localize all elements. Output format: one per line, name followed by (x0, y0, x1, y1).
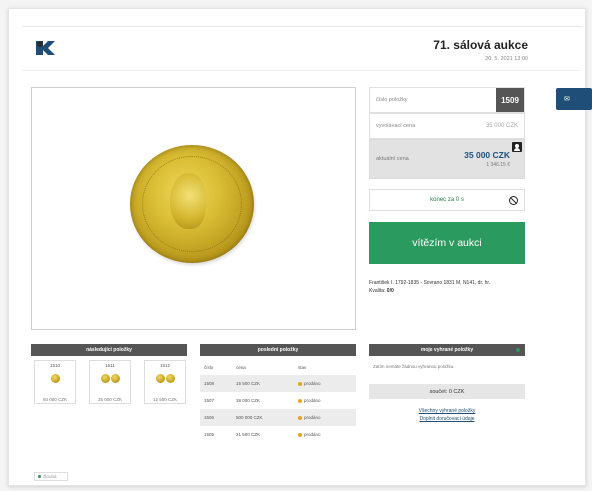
lot-number-badge: 1509 (496, 88, 524, 112)
quality-value: 0/0 (386, 287, 394, 294)
green-dot-icon (38, 475, 41, 478)
end-timer-text: konec za 0 s (430, 197, 464, 203)
lot-description: František I. 1792-1835 - Sovrano 1831 M,… (369, 280, 539, 295)
header-divider (22, 70, 582, 71)
win-auction-button[interactable]: vítězím v aukci (369, 222, 525, 264)
quality-label: Kvalita: (369, 287, 386, 294)
row-status-text: prodáno (304, 415, 321, 420)
current-price-block: 35 000 CZK 1 346.15 € (464, 150, 524, 168)
auction-title: 71. sálová aukce (433, 38, 528, 52)
table-row[interactable]: 1508 15 500 CZK prodáno (200, 375, 356, 392)
mail-icon: ✉ (564, 96, 570, 103)
mini-coin (50, 374, 60, 383)
no-bid-icon[interactable] (509, 196, 518, 205)
status-dot-icon (298, 398, 302, 403)
online-indicator-icon (516, 348, 520, 352)
all-won-items-link[interactable]: Všechny vyhrané položky (369, 408, 525, 414)
col-header-status: stav (298, 365, 307, 370)
footer-tag-text: dlouhá (43, 474, 57, 479)
mini-coin (165, 374, 175, 383)
row-status: prodáno (298, 415, 356, 420)
auction-house-logo[interactable] (34, 38, 60, 58)
current-price-czk: 35 000 CZK (464, 150, 510, 160)
lot-image-frame[interactable] (31, 87, 356, 330)
row-status-text: prodáno (304, 432, 321, 437)
next-item-number: 1510 (49, 363, 60, 368)
row-number: 1506 (204, 415, 215, 420)
row-status-text: prodáno (304, 381, 321, 386)
won-items-header: moje vyhrané položky (369, 344, 525, 356)
col-header-price: cena (236, 365, 246, 370)
lot-number-row: číslo položky 1509 (369, 87, 525, 113)
current-price-row: aktuální cena 35 000 CZK 1 346.15 € (369, 139, 525, 179)
mini-coin (110, 374, 120, 383)
coin-image[interactable] (130, 145, 254, 263)
next-item-price: 12 500 CZK (152, 397, 177, 402)
lot-number-label: číslo položky (376, 97, 408, 103)
row-status: prodáno (298, 381, 356, 386)
last-items-table: číslo cena stav 1508 15 500 CZK prodáno … (200, 360, 356, 443)
status-dot-icon (298, 381, 302, 386)
auction-date: 20. 5. 2021 13:00 (485, 56, 528, 62)
mini-coin (155, 374, 165, 383)
user-icon[interactable] (512, 142, 522, 152)
row-status: prodáno (298, 432, 356, 437)
row-number: 1505 (204, 432, 215, 437)
next-item-number: 1511 (105, 363, 115, 368)
next-item-price: 25 000 CZK (97, 397, 122, 402)
estimate-label: vyvolávací cena (376, 123, 416, 129)
row-price: 500 000 CZK (236, 415, 263, 420)
mail-button[interactable]: ✉ (556, 88, 592, 110)
next-items-header: následující položky (31, 344, 187, 356)
estimate-value: 35 000 CZK (485, 123, 518, 129)
won-items-empty-text: Zatím nemáte žádnou vyhranou položku. (373, 364, 455, 369)
mini-coin (100, 374, 110, 383)
last-items-header: poslední položky (200, 344, 356, 356)
row-number: 1507 (204, 398, 215, 403)
next-item-picture (90, 374, 130, 383)
next-item-price: 60 000 CZK (42, 397, 67, 402)
bid-panel: číslo položky 1509 vyvolávací cena 35 00… (369, 87, 525, 294)
row-number: 1508 (204, 381, 215, 386)
end-timer: konec za 0 s (369, 189, 525, 211)
delivery-details-link[interactable]: Doplnit doručovací údaje (369, 416, 525, 422)
current-price-eur: 1 346.15 € (486, 162, 510, 168)
lot-description-text: František I. 1792-1835 - Sovrano 1831 M,… (369, 280, 491, 286)
row-status-text: prodáno (304, 398, 321, 403)
current-price-label: aktuální cena (376, 156, 409, 162)
next-item-number: 1512 (159, 363, 170, 368)
table-row[interactable]: 1505 21 500 CZK prodáno (200, 426, 356, 443)
col-header-number: číslo (204, 365, 214, 370)
status-dot-icon (298, 415, 302, 420)
coin-portrait (170, 173, 206, 229)
footer-tag[interactable]: dlouhá (34, 472, 68, 481)
won-items-title: moje vyhrané položky (420, 347, 474, 353)
status-dot-icon (298, 432, 302, 437)
lot-quality: Kvalita: 0/0 (369, 288, 539, 296)
top-divider (22, 26, 582, 27)
next-item-picture (145, 374, 185, 383)
table-row[interactable]: 1507 38 000 CZK prodáno (200, 392, 356, 409)
table-header-row: číslo cena stav (200, 360, 356, 375)
next-item-picture (35, 374, 75, 383)
row-status: prodáno (298, 398, 356, 403)
row-price: 15 500 CZK (236, 381, 261, 386)
row-price: 21 500 CZK (236, 432, 261, 437)
screen: 71. sálová aukce 20. 5. 2021 13:00 ✉ čís… (0, 0, 592, 491)
estimate-row: vyvolávací cena 35 000 CZK (369, 113, 525, 139)
won-items-sum: součet: 0 CZK (369, 384, 525, 399)
table-row[interactable]: 1506 500 000 CZK prodáno (200, 409, 356, 426)
row-price: 38 000 CZK (236, 398, 261, 403)
